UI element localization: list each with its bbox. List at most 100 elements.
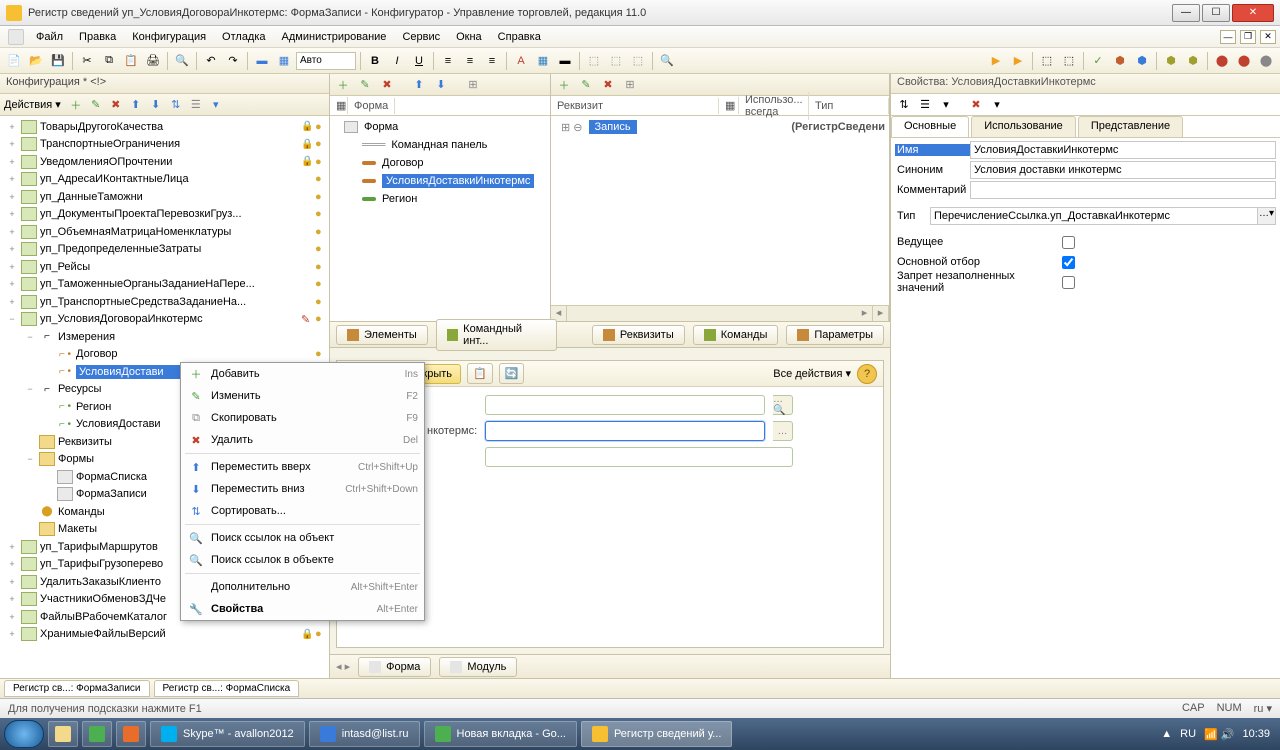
ctx-Свойства[interactable]: 🔧СвойстваAlt+Enter — [181, 598, 424, 620]
prop-type-picker[interactable]: …▾ — [1258, 207, 1276, 225]
align-left-button[interactable]: ≡ — [438, 51, 458, 71]
system-tray[interactable]: ▲ RU 📶 🔊 10:39 — [1161, 728, 1276, 741]
mdi-minimize[interactable]: — — [1220, 30, 1236, 44]
fe-add-icon[interactable]: ＋ — [334, 76, 352, 94]
task-item[interactable]: intasd@list.ru — [309, 721, 420, 747]
prop-leading-check[interactable] — [1062, 236, 1075, 249]
edit-icon[interactable]: ✎ — [87, 96, 105, 114]
field2-picker[interactable]: … — [773, 421, 793, 441]
run-button[interactable]: ▶ — [986, 51, 1006, 71]
fe-more-icon[interactable]: ⊞ — [464, 76, 482, 94]
fill-button[interactable]: ▬ — [252, 51, 272, 71]
actions-label[interactable]: Действия ▾ — [4, 98, 61, 111]
tb-b[interactable]: ⬢ — [1132, 51, 1152, 71]
font-size-input[interactable] — [296, 52, 356, 70]
props-del-icon[interactable]: ✖ — [967, 96, 985, 114]
fe-scrollbar[interactable]: ◂▸▸ — [551, 305, 889, 321]
tree-item[interactable]: +уп_АдресаИКонтактныеЛица● — [0, 171, 329, 189]
italic-button[interactable]: I — [387, 51, 407, 71]
mdi-close[interactable]: ✕ — [1260, 30, 1276, 44]
tree-item[interactable]: +уп_Рейсы● — [0, 258, 329, 276]
fe-edit-icon[interactable]: ✎ — [356, 76, 374, 94]
paste-button[interactable]: 📋 — [121, 51, 141, 71]
status-lang[interactable]: ru ▾ — [1254, 702, 1272, 715]
task-item[interactable]: Регистр сведений у... — [581, 721, 732, 747]
undo-button[interactable]: ↶ — [201, 51, 221, 71]
fer-more-icon[interactable]: ⊞ — [621, 76, 639, 94]
tab-rekv[interactable]: Реквизиты — [592, 325, 685, 345]
delete-icon[interactable]: ✖ — [107, 96, 125, 114]
pv-btn-2[interactable]: 🔄 — [499, 363, 525, 384]
form-elements-tree[interactable]: Форма═══Командная панельДоговорУсловияДо… — [330, 116, 550, 321]
tree-item[interactable]: ⌐ •Договор● — [0, 346, 329, 364]
new-button[interactable]: 📄 — [4, 51, 24, 71]
tree-item[interactable]: +уп_ДанныеТаможни● — [0, 188, 329, 206]
fe-up-icon[interactable]: ⬆ — [410, 76, 428, 94]
ctx-Удалить[interactable]: ✖УдалитьDel — [181, 429, 424, 451]
bold-button[interactable]: B — [365, 51, 385, 71]
form-element[interactable]: Договор — [334, 154, 546, 172]
props-dd-icon[interactable]: ▾ — [988, 96, 1006, 114]
prop-comment-input[interactable] — [970, 181, 1276, 199]
tb-3[interactable]: ⬚ — [628, 51, 648, 71]
fe-del-icon[interactable]: ✖ — [378, 76, 396, 94]
fe-down-icon[interactable]: ⬇ — [432, 76, 450, 94]
add-icon[interactable]: ＋ — [67, 96, 85, 114]
app-menu-icon[interactable] — [8, 29, 24, 45]
minimize-button[interactable]: — — [1172, 4, 1200, 22]
pin-explorer[interactable] — [48, 721, 78, 747]
tb-2[interactable]: ⬚ — [606, 51, 626, 71]
mdi-restore[interactable]: ❐ — [1240, 30, 1256, 44]
menu-windows[interactable]: Окна — [448, 29, 490, 45]
prop-name-input[interactable] — [970, 141, 1276, 159]
ctx-Изменить[interactable]: ✎ИзменитьF2 — [181, 385, 424, 407]
props-tab-view[interactable]: Представление — [1078, 116, 1183, 137]
maximize-button[interactable]: ☐ — [1202, 4, 1230, 22]
start-button[interactable] — [4, 720, 44, 748]
debug-run-button[interactable]: ▶ — [1008, 51, 1028, 71]
task-item[interactable]: Skype™ - avallon2012 — [150, 721, 305, 747]
ctx-Поиск ссылок в объекте[interactable]: 🔍Поиск ссылок в объекте — [181, 549, 424, 571]
menu-admin[interactable]: Администрирование — [274, 29, 395, 45]
tree-item[interactable]: −уп_УсловияДоговораИнкотермс✎● — [0, 311, 329, 329]
form-element[interactable]: Регион — [334, 190, 546, 208]
tree-item[interactable]: −⌐Измерения — [0, 328, 329, 346]
tree-item[interactable]: +уп_ОбъемнаяМатрицаНоменклатуры● — [0, 223, 329, 241]
tb-a[interactable]: ⬢ — [1110, 51, 1130, 71]
filter-icon[interactable]: ▾ — [207, 96, 225, 114]
ctx-Переместить вниз[interactable]: ⬇Переместить внизCtrl+Shift+Down — [181, 478, 424, 500]
props-tab-use[interactable]: Использование — [971, 116, 1076, 137]
field3-input[interactable] — [485, 447, 793, 467]
fer-edit-icon[interactable]: ✎ — [577, 76, 595, 94]
tree-item[interactable]: +УведомленияОПрочтении🔒● — [0, 153, 329, 171]
tab-module[interactable]: Модуль — [439, 657, 517, 677]
ctx-Дополнительно[interactable]: ДополнительноAlt+Shift+Enter — [181, 576, 424, 598]
color-bg-button[interactable]: ▦ — [533, 51, 553, 71]
color-line-button[interactable]: ▬ — [555, 51, 575, 71]
rekv-tree[interactable]: ⊞ ⊖ Запись (РегистрСведени — [551, 116, 889, 305]
props-cat-icon[interactable]: ☰ — [916, 96, 934, 114]
doctab-2[interactable]: Регистр св...: ФормаСписка — [154, 680, 300, 697]
all-actions-link[interactable]: Все действия ▾ — [773, 367, 851, 380]
prop-type-input[interactable] — [930, 207, 1258, 225]
tree-item[interactable]: +ХранимыеФайлыВерсий🔒● — [0, 626, 329, 644]
field1-input[interactable] — [485, 395, 765, 415]
toggle-2[interactable]: ⬚ — [1059, 51, 1079, 71]
menu-help[interactable]: Справка — [490, 29, 549, 45]
pin-chrome[interactable] — [82, 721, 112, 747]
tree-item[interactable]: +уп_ТранспортныеСредстваЗаданиеНа...● — [0, 293, 329, 311]
tb-1[interactable]: ⬚ — [584, 51, 604, 71]
cut-button[interactable]: ✂ — [77, 51, 97, 71]
find-button[interactable]: 🔍 — [172, 51, 192, 71]
record-node[interactable]: Запись — [589, 120, 637, 134]
align-center-button[interactable]: ≡ — [460, 51, 480, 71]
print-button[interactable]: 🖨 — [143, 51, 163, 71]
syntax-button[interactable]: ✓ — [1088, 51, 1108, 71]
ctx-Поиск ссылок на объект[interactable]: 🔍Поиск ссылок на объект — [181, 527, 424, 549]
fer-add-icon[interactable]: ＋ — [555, 76, 573, 94]
ctx-Сортировать...[interactable]: ⇅Сортировать... — [181, 500, 424, 522]
prop-filter-check[interactable] — [1062, 256, 1075, 269]
tab-cmdint[interactable]: Командный инт... — [436, 319, 557, 351]
sort-icon[interactable]: ⇅ — [167, 96, 185, 114]
props-tab-main[interactable]: Основные — [891, 116, 969, 137]
